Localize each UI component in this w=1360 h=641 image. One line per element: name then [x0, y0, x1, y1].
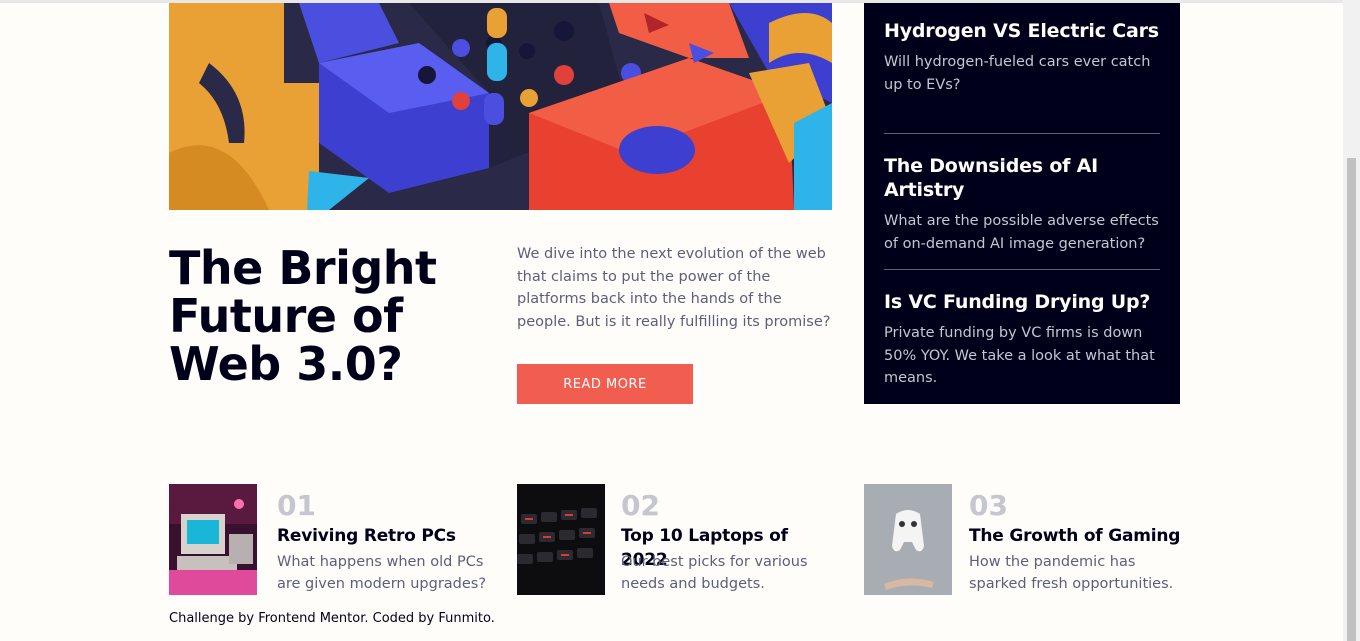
new-item-description: What are the possible adverse effects of…: [884, 213, 1159, 252]
hero-title: The Bright Future of Web 3.0?: [169, 241, 437, 391]
bottom-article-card[interactable]: 03 The Growth of Gaming How the pandemic…: [864, 484, 1184, 596]
article-title[interactable]: Reviving Retro PCs: [277, 524, 456, 548]
hero-image: [169, 3, 832, 210]
bottom-article-card[interactable]: 02 Top 10 Laptops of 2022 Our best picks…: [517, 484, 837, 596]
game-controller-image: [864, 484, 952, 595]
vertical-scrollbar[interactable]: [1343, 0, 1360, 641]
article-description: What happens when old PCs are given mode…: [277, 554, 487, 592]
hero-description: We dive into the next evolution of the w…: [517, 246, 831, 330]
article-title[interactable]: The Growth of Gaming: [969, 524, 1180, 548]
article-number: 03: [969, 489, 1008, 522]
new-item[interactable]: Is VC Funding Drying Up? Private funding…: [884, 290, 1160, 390]
new-articles-panel: Hydrogen VS Electric Cars Will hydrogen-…: [864, 3, 1180, 404]
new-item-title[interactable]: Hydrogen VS Electric Cars: [884, 19, 1160, 43]
laptop-keyboard-image: [517, 484, 605, 595]
retro-pc-image: [169, 484, 257, 595]
new-item[interactable]: The Downsides of AI Artistry What are th…: [884, 154, 1160, 255]
new-item-description: Will hydrogen-fueled cars ever catch up …: [884, 54, 1151, 93]
bottom-article-card[interactable]: 01 Reviving Retro PCs What happens when …: [169, 484, 489, 596]
scrollbar-thumb[interactable]: [1347, 158, 1356, 641]
divider: [884, 133, 1160, 134]
new-item[interactable]: Hydrogen VS Electric Cars Will hydrogen-…: [884, 19, 1160, 96]
article-number: 02: [621, 489, 660, 522]
article-description: Our best picks for various needs and bud…: [621, 554, 808, 592]
new-item-title[interactable]: The Downsides of AI Artistry: [884, 154, 1160, 202]
article-description: How the pandemic has sparked fresh oppor…: [969, 554, 1174, 592]
article-number: 01: [277, 489, 316, 522]
divider: [884, 269, 1160, 270]
footer-credit: Challenge by Frontend Mentor. Coded by F…: [169, 611, 495, 626]
read-more-button[interactable]: READ MORE: [517, 364, 693, 404]
new-item-description: Private funding by VC firms is down 50% …: [884, 325, 1155, 386]
new-item-title[interactable]: Is VC Funding Drying Up?: [884, 290, 1160, 314]
